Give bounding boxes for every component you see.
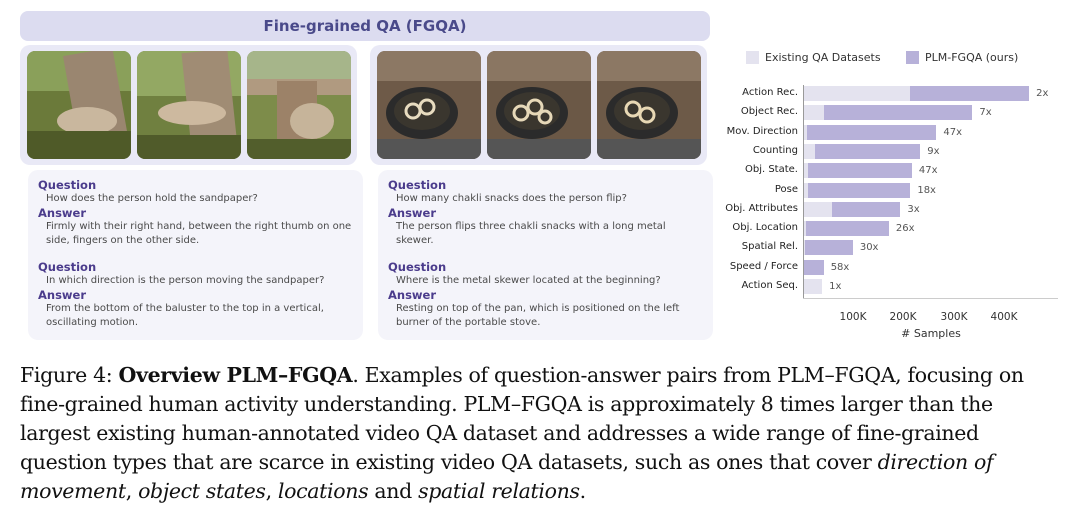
bar-plm-fgqa: [803, 124, 937, 140]
category-label: Obj. Attributes: [725, 202, 798, 214]
multiplier-label: 3x: [907, 203, 920, 215]
multiplier-label: 47x: [943, 126, 963, 138]
x-axis-label: # Samples: [901, 327, 961, 340]
question-label: Question: [388, 178, 447, 192]
bar-existing: [803, 201, 833, 217]
category-label: Spatial Rel.: [741, 241, 798, 253]
category-label: Obj. State.: [744, 164, 798, 176]
category-label: Action Seq.: [741, 280, 798, 291]
legend-label-ours: PLM-FGQA (ours): [925, 51, 1019, 64]
x-axis-line: [803, 298, 1058, 299]
caption-title: Overview PLM–FGQA: [118, 363, 353, 387]
answer-label: Answer: [388, 206, 437, 220]
caption-separator: ,: [125, 479, 139, 503]
multiplier-label: 26x: [895, 223, 915, 235]
video-frame-2: [137, 51, 241, 159]
bar-existing: [803, 86, 911, 101]
legend-swatch-ours: [906, 51, 919, 64]
multiplier-label: 18x: [917, 184, 936, 196]
category-label: Object Rec.: [740, 106, 798, 118]
caption-label: Figure 4:: [20, 363, 119, 387]
qa-card-cooking: Question How many chakli snacks does the…: [378, 170, 713, 340]
bar-existing: [803, 105, 824, 121]
legend-existing: Existing QA Datasets: [746, 51, 881, 64]
question-text: Where is the metal skewer located at the…: [396, 275, 661, 286]
answer-label: Answer: [38, 288, 87, 302]
x-tick-label: 200K: [889, 311, 917, 323]
question-label: Question: [38, 260, 97, 274]
multiplier-label: 7x: [979, 107, 992, 119]
figure-caption: Figure 4: Overview PLM–FGQA. Examples of…: [20, 361, 1064, 506]
legend-ours: PLM-FGQA (ours): [906, 51, 1018, 64]
caption-emphasis: object states: [138, 479, 266, 503]
bar-plm-fgqa: [803, 259, 824, 275]
x-tick-label: 400K: [990, 311, 1018, 323]
category-label: Mov. Direction: [726, 125, 798, 137]
bar-existing: [803, 143, 815, 159]
bar-plm-fgqa: [803, 105, 973, 121]
multiplier-label: 9x: [927, 145, 940, 157]
multiplier-label: 58x: [830, 261, 850, 273]
bar-plm-fgqa: [803, 221, 889, 237]
question-label: Question: [388, 260, 447, 274]
multiplier-label: 30x: [859, 242, 879, 254]
sanding-video-frames: [20, 45, 357, 165]
answer-label: Answer: [38, 206, 87, 220]
category-label: Action Rec.: [742, 87, 798, 98]
question-text: How does the person hold the sandpaper?: [46, 193, 258, 204]
question-label: Question: [38, 178, 97, 192]
answer-label: Answer: [388, 288, 437, 302]
bar-plm-fgqa: [803, 240, 853, 256]
section-title-banner: Fine-grained QA (FGQA): [20, 11, 710, 41]
answer-text: The person flips three chakli snacks wit…: [396, 221, 666, 246]
answer-text: Resting on top of the pan, which is posi…: [396, 303, 680, 328]
cooking-video-frames: [370, 45, 707, 165]
answer-text: Firmly with their right hand, between th…: [46, 221, 352, 246]
category-label: Counting: [752, 144, 798, 156]
bar-existing: [803, 279, 823, 294]
qa-card-sanding: Question How does the person hold the sa…: [28, 170, 363, 340]
caption-separator: ,: [265, 479, 278, 503]
category-label: Speed / Force: [729, 260, 798, 272]
multiplier-label: 47x: [918, 165, 938, 177]
legend-swatch-existing: [746, 51, 759, 64]
legend-label-existing: Existing QA Datasets: [765, 51, 881, 64]
bar-plm-fgqa: [803, 163, 912, 179]
bar-plm-fgqa: [803, 143, 921, 159]
video-frame-3: [247, 51, 351, 159]
category-label: Pose: [774, 183, 798, 195]
caption-end: .: [579, 479, 587, 503]
video-frame-5: [487, 51, 591, 159]
x-tick-label: 100K: [839, 311, 867, 323]
category-label: Obj. Location: [732, 222, 798, 234]
banner-title: Fine-grained QA (FGQA): [263, 17, 467, 35]
video-frame-4: [377, 51, 481, 159]
x-tick-label: 300K: [940, 311, 968, 323]
multiplier-label: 1x: [829, 281, 842, 292]
y-axis-line: [803, 85, 804, 298]
video-frame-1: [27, 51, 131, 159]
caption-emphasis: spatial relations: [418, 479, 580, 503]
question-text: How many chakli snacks does the person f…: [396, 193, 627, 204]
bar-plm-fgqa: [803, 182, 911, 198]
multiplier-label: 2x: [1036, 88, 1049, 99]
video-frame-6: [597, 51, 701, 159]
caption-emphasis: locations: [277, 479, 369, 503]
answer-text: From the bottom of the baluster to the t…: [46, 303, 324, 328]
question-text: In which direction is the person moving …: [46, 275, 325, 286]
caption-separator: and: [368, 479, 419, 503]
